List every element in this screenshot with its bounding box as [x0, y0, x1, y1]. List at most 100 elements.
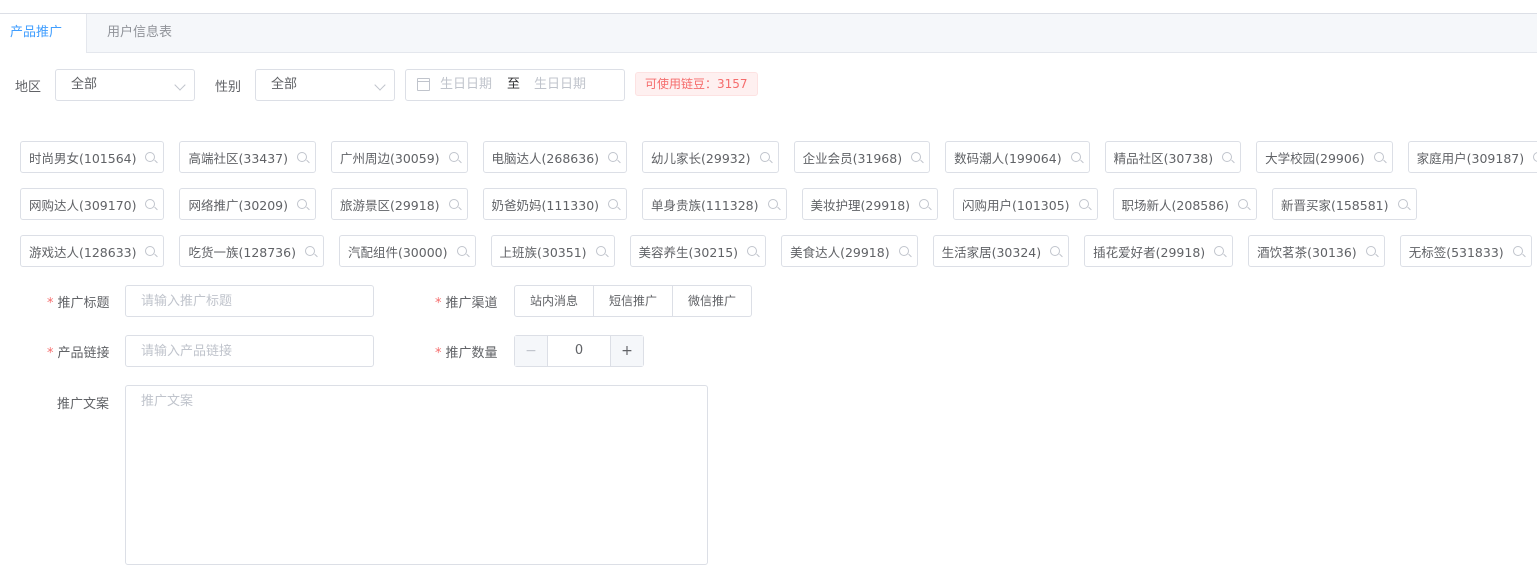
audience-tag-button[interactable]: 汽配组件(30000) — [338, 235, 476, 267]
title-form-label: * 推广标题 — [47, 292, 110, 311]
search-icon — [1078, 199, 1089, 209]
audience-tag-button[interactable]: 美容养生(30215) — [629, 235, 767, 267]
audience-tag-button[interactable]: 无标签(531833) — [1399, 235, 1532, 267]
audience-tag-label: 网络推广(30209) — [188, 197, 289, 213]
audience-tag-button[interactable]: 酒饮茗茶(30136) — [1248, 235, 1385, 267]
audience-tag-button[interactable]: 生活家居(30324) — [932, 235, 1070, 267]
audience-tag-button[interactable]: 奶爸奶妈(111330) — [482, 188, 628, 220]
audience-tag-button[interactable]: 插花爱好者(29918) — [1084, 235, 1234, 267]
audience-tag-button[interactable]: 高端社区(33437) — [179, 141, 317, 173]
audience-tag-label: 无标签(531833) — [1408, 244, 1504, 260]
link-label-text: 产品链接 — [57, 346, 110, 361]
audience-tag-label: 上班族(30351) — [499, 244, 587, 260]
audience-tag-label: 幼儿家长(29932) — [651, 150, 751, 166]
audience-tag-button[interactable]: 电脑达人(268636) — [482, 141, 628, 173]
audience-tag-button[interactable]: 美食达人(29918) — [781, 235, 918, 267]
search-icon — [1222, 152, 1233, 162]
promotion-copy-textarea[interactable] — [125, 385, 708, 565]
region-label: 地区 — [15, 80, 42, 95]
quantity-stepper: − 0 + — [514, 335, 644, 367]
audience-tag-label: 吃货一族(128736) — [188, 244, 296, 260]
calendar-icon — [417, 78, 430, 91]
channel-sms-button[interactable]: 短信推广 — [594, 285, 673, 317]
date-end-input[interactable]: 生日日期 — [534, 70, 586, 100]
audience-tag-button[interactable]: 网络推广(30209) — [179, 188, 317, 220]
audience-tag-button[interactable]: 上班族(30351) — [490, 235, 615, 267]
search-icon — [595, 246, 606, 256]
gender-select[interactable]: 全部 — [255, 69, 395, 101]
search-icon — [1070, 152, 1081, 162]
audience-tag-label: 旅游景区(29918) — [340, 197, 440, 213]
audience-tag-button[interactable]: 单身贵族(111328) — [642, 188, 787, 220]
decrease-button[interactable]: − — [515, 336, 548, 366]
search-icon — [608, 199, 619, 209]
date-start-input[interactable]: 生日日期 — [440, 70, 492, 100]
search-icon — [767, 199, 778, 209]
region-select[interactable]: 全部 — [55, 69, 195, 101]
search-icon — [145, 152, 156, 162]
audience-tag-button[interactable]: 网购达人(309170) — [20, 188, 165, 220]
required-mark: * — [435, 346, 442, 361]
search-icon — [1373, 152, 1384, 162]
promotion-title-input[interactable] — [125, 285, 374, 317]
quantity-value[interactable]: 0 — [548, 336, 610, 366]
increase-button[interactable]: + — [610, 336, 643, 366]
search-icon — [145, 199, 156, 209]
audience-tag-label: 广州周边(30059) — [340, 150, 440, 166]
search-icon — [911, 152, 922, 162]
audience-tag-label: 网购达人(309170) — [29, 197, 137, 213]
search-icon — [608, 152, 619, 162]
audience-tag-label: 游戏达人(128633) — [29, 244, 137, 260]
channel-label-text: 推广渠道 — [445, 296, 498, 311]
audience-tag-button[interactable]: 吃货一族(128736) — [179, 235, 324, 267]
audience-tag-button[interactable]: 数码潮人(199064) — [945, 141, 1090, 173]
search-icon — [297, 152, 308, 162]
copy-form-label: 推广文案 — [57, 397, 110, 412]
gender-select-value: 全部 — [271, 77, 298, 92]
audience-tag-button[interactable]: 幼儿家长(29932) — [642, 141, 779, 173]
product-link-input[interactable] — [125, 335, 374, 367]
audience-tag-button[interactable]: 精品社区(30738) — [1104, 141, 1242, 173]
audience-tag-button[interactable]: 家庭用户(309187) — [1407, 141, 1537, 173]
channel-radio-group: 站内消息 短信推广 微信推广 — [514, 285, 752, 317]
audience-tag-label: 闪购用户(101305) — [962, 197, 1070, 213]
chevron-down-icon — [174, 79, 186, 91]
audience-tag-label: 职场新人(208586) — [1121, 197, 1230, 213]
search-icon — [898, 246, 909, 256]
tab-bar: 产品推广 用户信息表 — [0, 14, 1537, 53]
audience-tag-button[interactable]: 新晋买家(158581) — [1272, 188, 1417, 220]
audience-tag-label: 美食达人(29918) — [790, 244, 890, 260]
tab-product-promotion[interactable]: 产品推广 — [0, 14, 87, 53]
search-icon — [304, 246, 315, 256]
audience-tag-label: 插花爱好者(29918) — [1093, 244, 1206, 260]
region-select-value: 全部 — [71, 77, 98, 92]
channel-wechat-button[interactable]: 微信推广 — [673, 285, 752, 317]
tag-row: 时尚男女(101564) 高端社区(33437) 广州周边(30059) 电脑达人(2… — [20, 141, 1537, 173]
audience-tag-button[interactable]: 闪购用户(101305) — [953, 188, 1098, 220]
audience-tag-button[interactable]: 旅游景区(29918) — [331, 188, 468, 220]
audience-tag-label: 家庭用户(309187) — [1416, 150, 1525, 166]
audience-tag-button[interactable]: 职场新人(208586) — [1112, 188, 1258, 220]
audience-tag-button[interactable]: 时尚男女(101564) — [20, 141, 165, 173]
required-mark: * — [435, 296, 442, 311]
tag-row: 游戏达人(128633) 吃货一族(128736) 汽配组件(30000) 上班族(3… — [20, 235, 1532, 267]
audience-tag-label: 奶爸奶妈(111330) — [491, 197, 600, 213]
audience-tag-label: 汽配组件(30000) — [347, 244, 448, 260]
search-icon — [1050, 246, 1061, 256]
search-icon — [456, 246, 467, 256]
birthday-date-range[interactable]: 生日日期 至 生日日期 — [405, 69, 625, 101]
audience-tag-button[interactable]: 广州周边(30059) — [331, 141, 468, 173]
audience-tag-button[interactable]: 大学校园(29906) — [1256, 141, 1393, 173]
audience-tag-label: 企业会员(31968) — [802, 150, 903, 166]
audience-tag-button[interactable]: 美妆护理(29918) — [801, 188, 939, 220]
available-beans-badge: 可使用链豆：3157 — [635, 72, 758, 96]
channel-site-message-button[interactable]: 站内消息 — [514, 285, 594, 317]
search-icon — [759, 152, 770, 162]
required-mark: * — [47, 346, 54, 361]
audience-tag-button[interactable]: 企业会员(31968) — [793, 141, 931, 173]
quantity-form-label: * 推广数量 — [435, 342, 498, 361]
audience-tag-button[interactable]: 游戏达人(128633) — [20, 235, 165, 267]
date-range-separator: 至 — [507, 77, 521, 92]
audience-tag-label: 高端社区(33437) — [188, 150, 289, 166]
tab-user-info[interactable]: 用户信息表 — [107, 14, 172, 52]
